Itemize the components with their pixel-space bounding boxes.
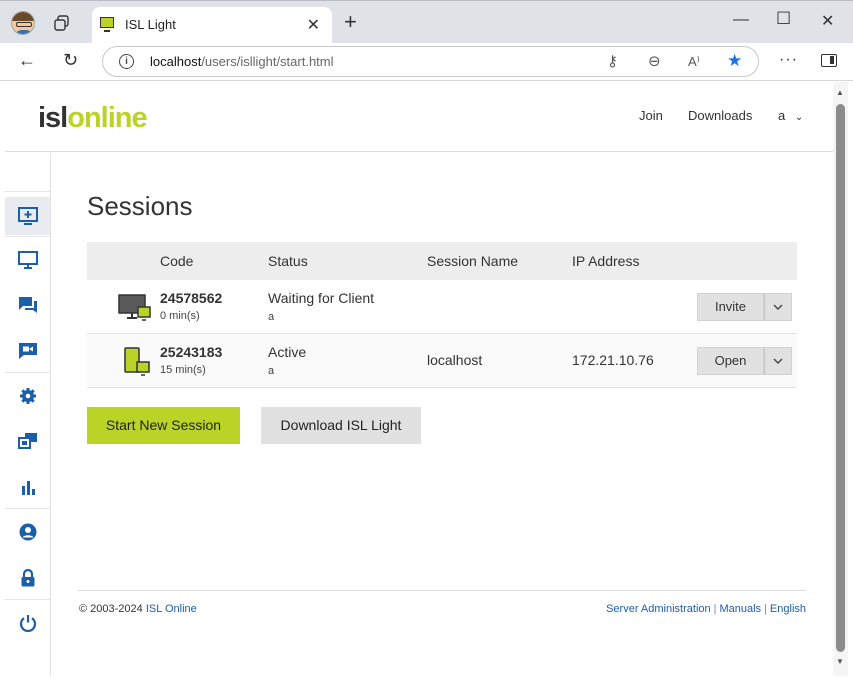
browser-toolbar: ← ↻ i localhost/users/isllight/start.htm…: [0, 43, 853, 81]
profile-avatar[interactable]: [11, 11, 35, 35]
sidebar-item-remote-desktop[interactable]: [5, 241, 50, 279]
browser-tab-bar: ISL Light ✕ + — ☐ ✕: [0, 0, 853, 44]
sidebar-item-settings[interactable]: [5, 377, 50, 415]
session-status: Waiting for Client: [268, 290, 375, 306]
power-icon: [19, 615, 36, 632]
video-icon: [18, 343, 37, 359]
sidebar-item-account[interactable]: [5, 513, 50, 551]
column-code: Code: [160, 253, 194, 269]
open-button[interactable]: Open: [697, 347, 764, 375]
new-session-icon: [17, 207, 38, 225]
server-administration-link[interactable]: Server Administration: [606, 603, 711, 615]
monitor-icon: [17, 251, 38, 269]
isl-online-logo[interactable]: islonline: [38, 102, 148, 135]
sidebar-toggle-icon[interactable]: [821, 54, 837, 67]
site-info-icon[interactable]: i: [119, 54, 134, 69]
invite-split-button: Invite: [697, 293, 792, 321]
scroll-up-arrow-icon[interactable]: ▲: [836, 88, 844, 97]
chevron-down-icon: ⌄: [794, 112, 804, 123]
page-title: Sessions: [87, 191, 193, 221]
invite-button[interactable]: Invite: [697, 293, 764, 321]
new-tab-icon[interactable]: +: [344, 11, 357, 33]
zoom-out-icon[interactable]: ⊖: [648, 52, 661, 70]
chevron-down-icon: [773, 358, 783, 364]
sidebar-item-logout[interactable]: [5, 604, 50, 642]
app-sidebar: [5, 153, 51, 676]
multi-window-icon: [17, 433, 37, 449]
maximize-icon[interactable]: ☐: [776, 9, 791, 29]
column-session-name: Session Name: [427, 253, 519, 269]
tab-title: ISL Light: [125, 17, 176, 32]
scroll-down-arrow-icon[interactable]: ▼: [836, 657, 844, 666]
close-tab-icon[interactable]: ✕: [307, 15, 320, 35]
footer-links: Server Administration | Manuals | English: [606, 603, 806, 615]
minimize-icon[interactable]: —: [733, 11, 749, 29]
open-dropdown-button[interactable]: [764, 347, 792, 375]
session-user: a: [268, 365, 275, 377]
open-split-button: Open: [697, 347, 792, 375]
bar-chart-icon: [21, 481, 35, 495]
url-text[interactable]: localhost/users/isllight/start.html: [150, 54, 334, 69]
address-bar[interactable]: i localhost/users/isllight/start.html ⚷ …: [102, 46, 759, 77]
nav-downloads-link[interactable]: Downloads: [688, 108, 752, 123]
invite-dropdown-button[interactable]: [764, 293, 792, 321]
session-ip: 172.21.10.76: [572, 352, 654, 368]
language-link[interactable]: English: [770, 603, 806, 615]
browser-tab[interactable]: ISL Light ✕: [92, 7, 332, 44]
favorite-star-icon[interactable]: ★: [727, 51, 742, 71]
web-page: islonline Join Downloads a ⌄ Sessions Co…: [5, 82, 833, 676]
sidebar-item-statistics[interactable]: [5, 468, 50, 506]
more-options-icon[interactable]: ···: [779, 51, 798, 69]
session-status: Active: [268, 344, 307, 360]
column-status: Status: [268, 253, 308, 269]
table-header: Code Status Session Name IP Address: [87, 242, 797, 280]
chevron-down-icon: [773, 304, 783, 310]
table-row: 25243183 15 min(s) Active a localhost 17…: [87, 334, 797, 388]
refresh-icon[interactable]: ↻: [63, 50, 78, 71]
column-ip-address: IP Address: [572, 253, 640, 269]
manuals-link[interactable]: Manuals: [719, 603, 761, 615]
sidebar-item-sessions-history[interactable]: [5, 422, 50, 460]
tab-actions-icon[interactable]: [54, 15, 70, 31]
session-duration: 15 min(s): [160, 364, 206, 376]
session-user: a: [268, 311, 275, 323]
footer-copyright: © 2003-2024 ISL Online: [79, 603, 197, 615]
sidebar-item-video[interactable]: [5, 332, 50, 370]
site-header: islonline Join Downloads a ⌄: [5, 82, 833, 152]
session-name: localhost: [427, 352, 483, 368]
chat-icon: [18, 297, 37, 313]
lock-icon: [21, 569, 34, 587]
footer-divider: [78, 590, 806, 591]
nav-join-link[interactable]: Join: [639, 108, 663, 123]
session-code: 24578562: [160, 290, 223, 306]
gear-icon: [19, 388, 36, 404]
session-duration: 0 min(s): [160, 310, 200, 322]
close-window-icon[interactable]: ✕: [821, 11, 834, 31]
desktop-session-icon: [118, 294, 151, 321]
mobile-session-icon: [124, 347, 150, 376]
back-arrow-icon[interactable]: ←: [18, 50, 36, 71]
download-isl-light-button[interactable]: Download ISL Light: [261, 407, 421, 444]
start-new-session-button[interactable]: Start New Session: [87, 407, 240, 444]
sidebar-item-new-session[interactable]: [5, 197, 50, 235]
isl-online-link[interactable]: ISL Online: [146, 603, 197, 615]
monitor-favicon-icon: [100, 17, 114, 32]
read-aloud-icon[interactable]: A⁾: [688, 54, 700, 70]
sidebar-item-chat[interactable]: [5, 286, 50, 324]
scroll-thumb[interactable]: [836, 104, 845, 652]
table-row: 24578562 0 min(s) Waiting for Client a I…: [87, 280, 797, 334]
sidebar-item-security[interactable]: [5, 559, 50, 597]
session-code: 25243183: [160, 344, 223, 360]
page-scrollbar[interactable]: ▲ ▼: [833, 82, 848, 676]
user-menu[interactable]: a ⌄: [778, 108, 803, 123]
key-icon[interactable]: ⚷: [607, 52, 618, 70]
user-circle-icon: [19, 523, 36, 541]
